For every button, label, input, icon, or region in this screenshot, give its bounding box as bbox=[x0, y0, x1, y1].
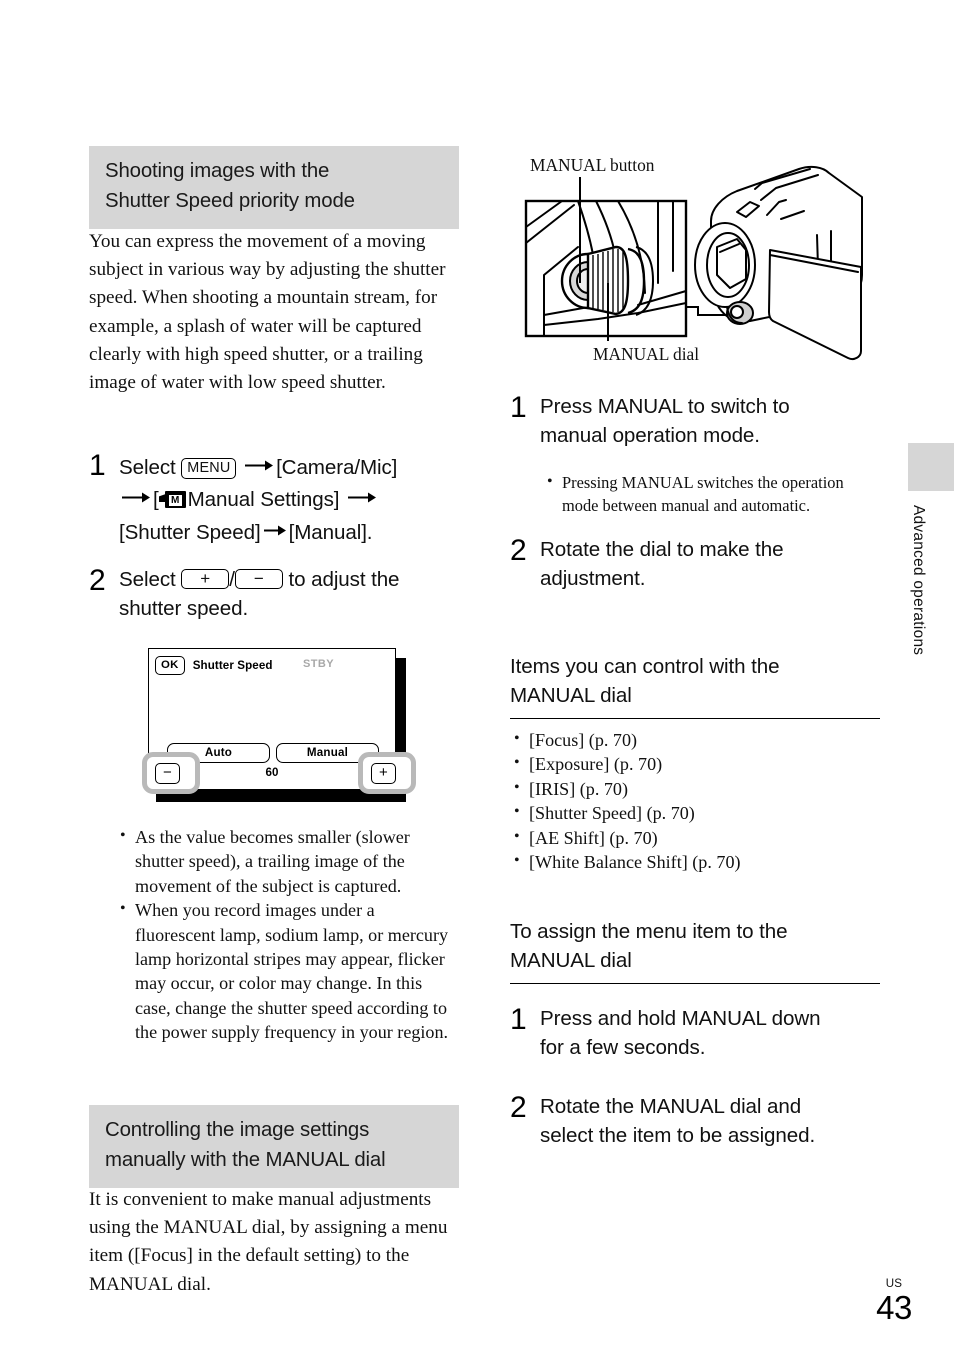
intro-paragraph: You can express the movement of a moving… bbox=[89, 231, 446, 394]
page-footer: US 43 bbox=[862, 1278, 926, 1326]
menu-item-manual[interactable]: [Manual]. bbox=[289, 521, 373, 544]
lcd-title: Shutter Speed bbox=[192, 658, 273, 672]
right-step-1-note: Pressing MANUAL switches the operation m… bbox=[545, 471, 883, 517]
icon-letter-m: M bbox=[168, 494, 182, 506]
lcd-status-badge: STBY bbox=[303, 658, 334, 670]
menu-item-manual-settings[interactable]: Manual Settings] bbox=[188, 488, 340, 511]
side-tab-block bbox=[908, 443, 954, 491]
list-item: As the value becomes smaller (slower shu… bbox=[118, 824, 458, 898]
menu-item-camera-mic[interactable]: [Camera/Mic] bbox=[276, 456, 397, 479]
list-item: When you record images under a fluoresce… bbox=[118, 897, 458, 1044]
side-tab-label: Advanced operations bbox=[910, 505, 927, 656]
heading2-line2: manually with the MANUAL dial bbox=[105, 1148, 386, 1171]
right-step-2-text: Rotate the dial to make the adjustment. bbox=[540, 535, 784, 594]
list-item: [Shutter Speed] (p. 70) bbox=[512, 800, 882, 825]
lcd-ok-button[interactable]: OK bbox=[155, 655, 185, 675]
lcd-increase-button[interactable]: + bbox=[371, 763, 396, 784]
right-step-1: 1 Press MANUAL to switch to manual opera… bbox=[510, 392, 900, 451]
items-heading-line2: MANUAL dial bbox=[510, 684, 632, 708]
section-heading-shutter-speed: Shooting images with the Shutter Speed p… bbox=[89, 146, 459, 229]
left-step-2-number: 2 bbox=[89, 564, 106, 597]
items-heading-line1: Items you can control with the bbox=[510, 655, 780, 678]
list-item: Pressing MANUAL switches the operation m… bbox=[545, 471, 883, 517]
step2-tail-line2: shutter speed. bbox=[119, 597, 249, 621]
list-item: [IRIS] (p. 70) bbox=[512, 776, 882, 801]
right-step-2-line2: adjustment. bbox=[540, 567, 646, 591]
left-step-2: 2 Select + / − to adjust the shutter speed… bbox=[89, 565, 469, 624]
closing-paragraph: It is convenient to make manual adjustme… bbox=[89, 1189, 448, 1295]
right-step-1-line1: Press MANUAL to switch to bbox=[540, 395, 790, 418]
left-step-1-text: Select MENU [Camera/Mic] [M Manual Settin… bbox=[119, 450, 397, 547]
right-step-2-number: 2 bbox=[510, 534, 527, 567]
subheading-items-you-can-control: Items you can control with the MANUAL di… bbox=[510, 652, 880, 719]
lcd-top-bar: OK Shutter Speed STBY bbox=[155, 655, 389, 675]
lcd-increase-highlight: + bbox=[358, 752, 416, 794]
assign-heading-line1: To assign the menu item to the bbox=[510, 920, 788, 943]
subheading-assign-menu-item: To assign the menu item to the MANUAL di… bbox=[510, 917, 880, 984]
assign-step-2-line2: select the item to be assigned. bbox=[540, 1124, 816, 1148]
camcorder-drawing bbox=[524, 165, 863, 361]
minus-button-key[interactable]: − bbox=[234, 569, 283, 589]
camcorder-illustration: MANUAL button MANUAL dial bbox=[518, 155, 918, 370]
assign-step-2-line1: Rotate the MANUAL dial and bbox=[540, 1095, 802, 1118]
assign-step-2: 2 Rotate the MANUAL dial and select the … bbox=[510, 1092, 900, 1151]
menu-button-key[interactable]: MENU bbox=[181, 457, 237, 479]
heading1-line2: Shutter Speed priority mode bbox=[105, 189, 355, 212]
lcd-decrease-button[interactable]: − bbox=[155, 763, 180, 784]
right-step-1-number: 1 bbox=[510, 391, 527, 424]
arrow-icon-4 bbox=[263, 515, 286, 544]
right-step-2: 2 Rotate the dial to make the adjustment… bbox=[510, 535, 900, 594]
list-item: [Focus] (p. 70) bbox=[512, 727, 882, 752]
assign-step-1-line2: for a few seconds. bbox=[540, 1036, 706, 1060]
plus-button-key[interactable]: + bbox=[181, 569, 230, 589]
page-number: 43 bbox=[876, 1289, 912, 1326]
assign-step-2-text: Rotate the MANUAL dial and select the it… bbox=[540, 1092, 815, 1151]
heading2-line1: Controlling the image settings bbox=[105, 1119, 370, 1141]
list-item: [White Balance Shift] (p. 70) bbox=[512, 849, 882, 874]
left-step-2-text: Select + / − to adjust the shutter speed. bbox=[119, 568, 400, 621]
arrow-icon-1 bbox=[245, 450, 274, 479]
right-step-1-line2: manual operation mode. bbox=[540, 424, 760, 448]
arrow-icon-2 bbox=[122, 482, 150, 511]
left-step-1: 1 Select MENU [Camera/Mic] [M Manual Sett… bbox=[89, 450, 469, 547]
select-label-2: Select bbox=[119, 568, 176, 591]
figure-label-manual-button: MANUAL button bbox=[530, 155, 655, 175]
right-step-2-line1: Rotate the dial to make the bbox=[540, 538, 784, 561]
menu-item-shutter-speed[interactable]: [Shutter Speed] bbox=[119, 521, 261, 544]
right-step-1-text: Press MANUAL to switch to manual operati… bbox=[540, 392, 790, 451]
manual-dial-items-list: [Focus] (p. 70) [Exposure] (p. 70) [IRIS… bbox=[512, 727, 882, 874]
step2-tail-line1: to adjust the bbox=[288, 568, 400, 591]
lcd-decrease-highlight: − bbox=[142, 752, 200, 794]
arrow-icon-3 bbox=[348, 482, 377, 511]
assign-step-1-line1: Press and hold MANUAL down bbox=[540, 1007, 821, 1030]
select-label-1: Select bbox=[119, 456, 176, 479]
assign-step-1: 1 Press and hold MANUAL down for a few s… bbox=[510, 1004, 900, 1063]
assign-heading-line2: MANUAL dial bbox=[510, 949, 632, 973]
list-item: [AE Shift] (p. 70) bbox=[512, 825, 882, 850]
lcd-screen-figure: OK Shutter Speed STBY Auto Manual 60 − + bbox=[142, 648, 416, 802]
left-step-1-number: 1 bbox=[89, 449, 106, 482]
left-notes-list: As the value becomes smaller (slower shu… bbox=[118, 824, 458, 1045]
manual-settings-camcorder-icon: M bbox=[158, 491, 186, 509]
assign-step-1-text: Press and hold MANUAL down for a few sec… bbox=[540, 1004, 821, 1063]
heading1-line1: Shooting images with the bbox=[105, 160, 330, 182]
figure-label-manual-dial: MANUAL dial bbox=[593, 344, 700, 364]
assign-step-2-number: 2 bbox=[510, 1091, 527, 1124]
manual-page: Shooting images with the Shutter Speed p… bbox=[0, 0, 954, 1357]
section-heading-manual-dial: Controlling the image settings manually … bbox=[89, 1105, 459, 1188]
assign-step-1-number: 1 bbox=[510, 1003, 527, 1036]
list-item: [Exposure] (p. 70) bbox=[512, 751, 882, 776]
